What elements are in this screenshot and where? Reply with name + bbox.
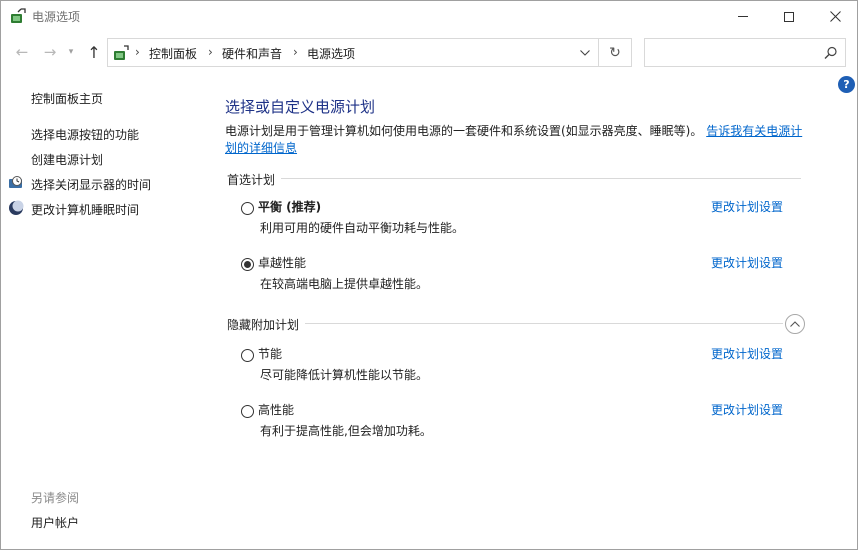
section-divider — [227, 323, 783, 324]
chevron-up-icon — [790, 321, 800, 327]
control-panel-icon — [114, 45, 129, 60]
minimize-button[interactable] — [720, 1, 766, 32]
breadcrumb-power-options[interactable]: 电源选项 — [307, 45, 355, 62]
power-options-icon — [11, 8, 26, 23]
plan-name-ultimate[interactable]: 卓越性能 — [258, 254, 306, 271]
close-button[interactable] — [812, 1, 858, 32]
change-plan-settings-link[interactable]: 更改计划设置 — [711, 254, 783, 271]
forward-button[interactable]: → — [39, 40, 61, 64]
help-icon[interactable]: ? — [838, 76, 855, 93]
refresh-button[interactable]: ↻ — [598, 39, 631, 66]
chevron-down-icon: ▾ — [68, 47, 74, 57]
collapse-hidden-plans-button[interactable] — [785, 314, 805, 334]
hidden-plans-heading[interactable]: 隐藏附加计划 — [227, 316, 306, 333]
plan-desc-power-saver: 尽可能降低计算机性能以节能。 — [260, 368, 429, 382]
plan-desc-balanced: 利用可用的硬件自动平衡功耗与性能。 — [260, 221, 465, 235]
plan-desc-ultimate: 在较高端电脑上提供卓越性能。 — [260, 277, 429, 291]
address-dropdown-button[interactable] — [572, 39, 598, 66]
control-panel-home-link[interactable]: 控制面板主页 — [31, 90, 103, 107]
change-plan-settings-link[interactable]: 更改计划设置 — [711, 198, 783, 215]
change-plan-settings-link[interactable]: 更改计划设置 — [711, 345, 783, 362]
page-title: 选择或自定义电源计划 — [225, 98, 376, 116]
search-input[interactable] — [649, 43, 819, 62]
up-button[interactable]: ↑ — [83, 40, 105, 64]
power-options-window: 电源选项 ← → ▾ ↑ › 控制面板 › 硬件和声音 › 电源选项 ↻ ? 控… — [0, 0, 858, 550]
preferred-plans-heading: 首选计划 — [227, 171, 282, 188]
display-timer-icon — [9, 176, 22, 188]
plan-radio-ultimate[interactable] — [241, 258, 254, 271]
up-arrow-icon: ↑ — [87, 42, 101, 62]
maximize-button[interactable] — [766, 1, 812, 32]
user-accounts-link[interactable]: 用户帐户 — [31, 514, 79, 531]
plan-name-high-performance[interactable]: 高性能 — [258, 401, 294, 418]
breadcrumb-control-panel[interactable]: 控制面板 — [149, 45, 197, 62]
back-arrow-icon: ← — [15, 43, 29, 61]
plan-name-power-saver[interactable]: 节能 — [258, 345, 282, 362]
recent-locations-button[interactable]: ▾ — [64, 40, 78, 64]
close-icon — [829, 11, 841, 22]
window-title: 电源选项 — [32, 10, 81, 24]
minimize-icon — [738, 16, 748, 17]
change-plan-settings-link[interactable]: 更改计划设置 — [711, 401, 783, 418]
description-text: 电源计划是用于管理计算机如何使用电源的一套硬件和系统设置(如显示器亮度、睡眠等)… — [225, 124, 703, 138]
sleep-time-link[interactable]: 更改计算机睡眠时间 — [31, 201, 139, 218]
plan-radio-balanced[interactable] — [241, 202, 254, 215]
maximize-icon — [784, 11, 794, 22]
search-box[interactable] — [644, 38, 846, 67]
power-button-function-link[interactable]: 选择电源按钮的功能 — [31, 126, 139, 143]
search-icon[interactable] — [823, 45, 839, 61]
breadcrumb-separator[interactable]: › — [293, 45, 298, 59]
chevron-down-icon — [580, 49, 590, 56]
back-button[interactable]: ← — [11, 40, 33, 64]
forward-arrow-icon: → — [43, 43, 57, 61]
refresh-icon: ↻ — [609, 44, 621, 61]
plan-desc-high-performance: 有利于提高性能,但会增加功耗。 — [260, 424, 432, 438]
create-power-plan-link[interactable]: 创建电源计划 — [31, 151, 103, 168]
plan-name-balanced[interactable]: 平衡 (推荐) — [258, 198, 321, 215]
sleep-moon-icon — [9, 200, 24, 215]
title-bar: 电源选项 — [1, 1, 857, 32]
plan-radio-high-performance[interactable] — [241, 405, 254, 418]
breadcrumb-separator[interactable]: › — [135, 45, 140, 59]
plan-radio-power-saver[interactable] — [241, 349, 254, 362]
section-divider — [227, 178, 801, 179]
breadcrumb-separator[interactable]: › — [208, 45, 213, 59]
address-bar[interactable]: › 控制面板 › 硬件和声音 › 电源选项 ↻ — [107, 38, 632, 67]
breadcrumb-hardware-sound[interactable]: 硬件和声音 — [222, 45, 282, 62]
page-description: 电源计划是用于管理计算机如何使用电源的一套硬件和系统设置(如显示器亮度、睡眠等)… — [225, 123, 810, 157]
display-off-time-link[interactable]: 选择关闭显示器的时间 — [31, 176, 151, 193]
see-also-heading: 另请参阅 — [31, 491, 80, 505]
